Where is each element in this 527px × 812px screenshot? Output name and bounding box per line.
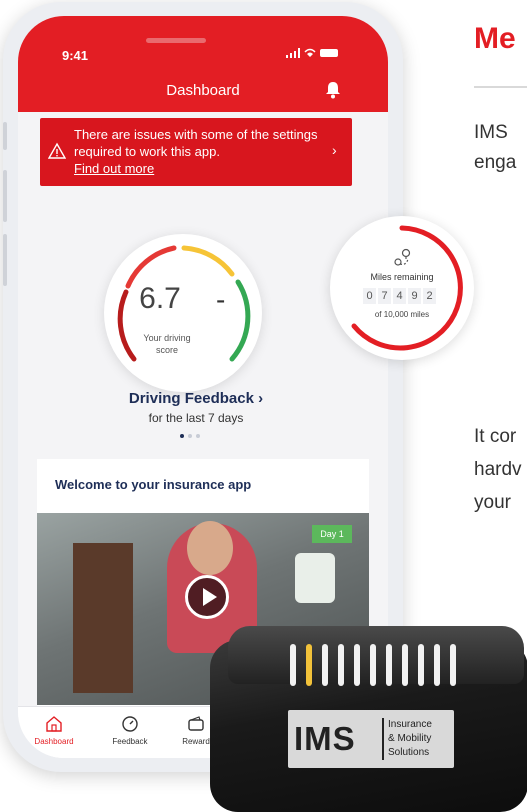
wifi-icon [304,48,316,57]
telematics-device: IMS Insurance & Mobility Solutions [210,620,527,812]
device-vent [450,644,456,686]
ims-divider [382,718,384,760]
settings-alert-banner[interactable]: There are issues with some of the settin… [40,118,352,186]
miles-total: of 10,000 miles [374,310,430,319]
battery-icon [320,49,338,57]
ims-tagline-line3: Solutions [388,747,430,758]
signal-icon [286,48,300,58]
miles-digit: 2 [423,288,436,304]
miles-label: Miles remaining [370,272,434,282]
nav-feedback[interactable]: Feedback [100,715,160,746]
carousel-dot-1[interactable] [180,434,184,438]
device-vent [306,644,312,686]
app-header: 9:41 Dashboard [18,16,388,112]
miles-counter: 0 7 4 9 2 [363,288,436,304]
video-lamp [295,553,335,603]
nav-feedback-label: Feedback [112,737,148,746]
device-vent [290,644,296,686]
chevron-right-icon: › [332,142,337,158]
phone-volume-up [3,170,7,222]
device-top [228,626,524,686]
device-vent [322,644,328,686]
warning-icon [48,142,66,159]
body-text-line-1: It cor [474,426,517,447]
phone-volume-down [3,234,7,286]
score-label: Your driving score [104,332,230,356]
day-badge: Day 1 [312,525,352,543]
ims-tagline-line2: & Mobility [388,733,432,744]
device-vent [418,644,424,686]
carousel-dot-3[interactable] [196,434,200,438]
gauge-icon [122,716,138,732]
nav-dashboard[interactable]: Dashboard [24,715,84,746]
driving-feedback-link[interactable]: Driving Feedback › [18,390,374,407]
phone-mute-switch [3,122,7,150]
bell-icon[interactable] [323,80,343,100]
nav-dashboard-label: Dashboard [34,737,74,746]
home-icon [46,716,62,732]
device-vent [338,644,344,686]
ims-tagline-line1: Insurance [388,719,432,730]
intro-text-line-1: IMS [474,122,508,143]
alert-message: There are issues with some of the settin… [74,126,334,177]
miles-digit: 7 [378,288,391,304]
device-vent [434,644,440,686]
nav-reward-label: Reward [182,737,210,746]
score-label-line2: score [155,345,178,355]
feedback-period: for the last 7 days [148,411,244,425]
wallet-icon [188,716,204,731]
alert-message-text: There are issues with some of the settin… [74,127,318,159]
carousel-dot-2[interactable] [188,434,192,438]
play-button[interactable] [185,575,229,619]
driving-score-gauge[interactable]: 6.7 - Your driving score [104,234,262,392]
welcome-title: Welcome to your insurance app [55,477,252,492]
find-out-more-link[interactable]: Find out more [74,161,154,176]
video-bookshelf [73,543,133,693]
carousel-dots[interactable] [180,434,200,438]
video-presenter-head [187,521,233,575]
score-trend: - [216,284,226,315]
miles-digit: 9 [408,288,421,304]
route-icon [394,248,411,266]
miles-remaining-widget[interactable]: Miles remaining 0 7 4 9 2 of 10,000 mile… [330,216,474,360]
miles-digit: 4 [393,288,406,304]
body-text-line-3: your [474,492,511,513]
ims-brand: IMS [294,720,356,757]
ims-tagline: Insurance & Mobility Solutions [388,718,432,760]
score-label-line1: Your driving [143,333,191,343]
status-time: 9:41 [62,48,89,63]
heading-divider [474,86,527,88]
intro-text-line-2: enga [474,152,517,173]
status-icons [286,48,338,58]
score-value: 6.7 [139,282,181,315]
device-vent [370,644,376,686]
phone-notch [146,38,206,43]
device-vent [354,644,360,686]
page-heading: Me [474,22,516,55]
miles-digit: 0 [363,288,376,304]
device-vent [402,644,408,686]
play-icon [203,588,217,606]
device-vent [386,644,392,686]
body-text-line-2: hardv [474,459,522,480]
ims-logo-label: IMS Insurance & Mobility Solutions [288,710,454,768]
